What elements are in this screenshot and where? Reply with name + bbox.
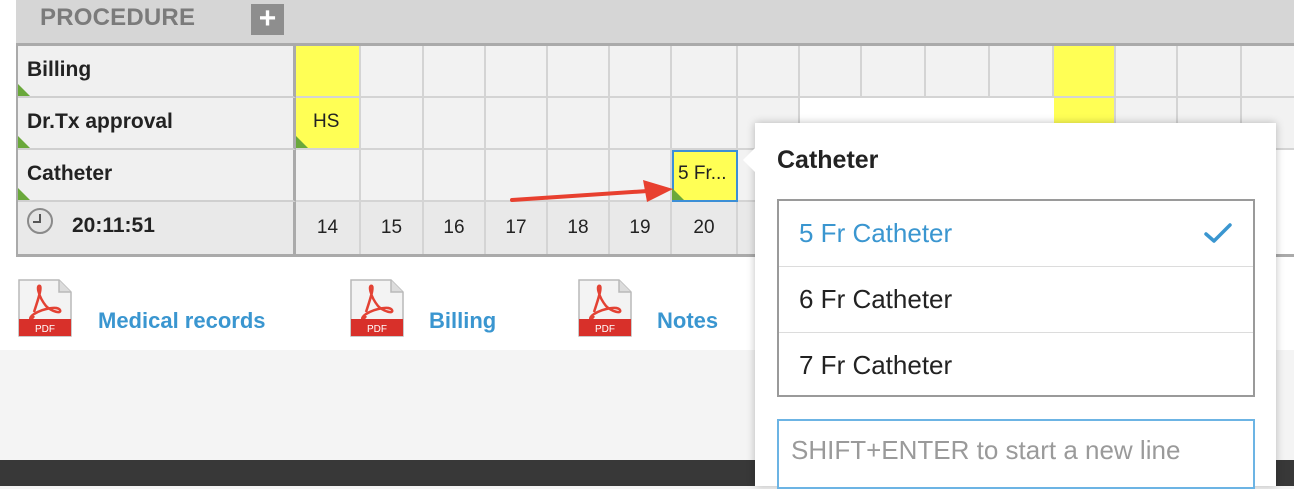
option-6fr-catheter[interactable]: 6 Fr Catheter [779, 267, 1253, 333]
popover-pointer [743, 148, 755, 172]
grid-cell-hs[interactable]: HS [296, 98, 361, 150]
date-cell[interactable]: 20 [672, 202, 738, 254]
grid-cell[interactable] [926, 46, 990, 98]
row-label-text: Billing [27, 58, 92, 81]
document-billing[interactable]: PDF Billing [348, 278, 508, 340]
grid-cell[interactable] [610, 46, 672, 98]
pdf-badge: PDF [35, 324, 55, 335]
grid-cell[interactable] [990, 46, 1054, 98]
date-label: 20 [693, 217, 715, 238]
section-header: PROCEDURE + [16, 0, 1294, 46]
grid-cell[interactable] [1242, 46, 1294, 98]
date-cell[interactable]: 15 [361, 202, 424, 254]
grid-cell[interactable] [672, 46, 738, 98]
date-cell[interactable]: 18 [548, 202, 610, 254]
pdf-icon: PDF [350, 279, 404, 337]
current-time: 20:11:51 [72, 214, 155, 237]
flag-marker-icon [18, 84, 30, 96]
option-label: 7 Fr Catheter [799, 350, 953, 380]
date-label: 16 [443, 217, 465, 238]
grid-cell[interactable] [610, 98, 672, 150]
note-input[interactable] [777, 419, 1255, 489]
flag-marker-icon [18, 136, 30, 148]
flag-marker-icon [296, 136, 308, 148]
grid-cell[interactable] [296, 150, 361, 202]
option-label: 5 Fr Catheter [799, 218, 953, 248]
catheter-popover: Catheter 5 Fr Catheter 6 Fr Catheter 7 F… [743, 123, 1276, 489]
catheter-option-list: 5 Fr Catheter 6 Fr Catheter 7 Fr Cathete… [777, 199, 1255, 397]
grid-cell[interactable] [296, 46, 361, 98]
row-label-billing: Billing [18, 46, 296, 98]
grid-cell[interactable] [486, 98, 548, 150]
date-label: 14 [316, 217, 339, 238]
document-label: Medical records [98, 308, 266, 333]
grid-cell[interactable] [548, 98, 610, 150]
annotation-arrow-icon [510, 180, 673, 202]
clock-icon [27, 208, 53, 234]
grid-cell[interactable] [672, 98, 738, 150]
checkmark-icon [1204, 223, 1232, 243]
grid-row-billing: Billing [18, 46, 1294, 98]
clock-label: 20:11:51 [18, 202, 296, 254]
grid-cell[interactable] [424, 98, 486, 150]
grid-cell[interactable] [800, 46, 862, 98]
cell-text: 5 Fr... [678, 163, 727, 184]
option-5fr-catheter[interactable]: 5 Fr Catheter [779, 201, 1253, 267]
grid-cell[interactable] [738, 46, 800, 98]
date-cell[interactable]: 14 [296, 202, 361, 254]
grid-cell[interactable] [486, 46, 548, 98]
section-title: PROCEDURE [40, 4, 196, 31]
document-label: Notes [657, 308, 719, 333]
grid-cell[interactable] [862, 46, 926, 98]
option-7fr-catheter[interactable]: 7 Fr Catheter [779, 333, 1253, 399]
grid-cell[interactable] [361, 46, 424, 98]
grid-cell[interactable] [1116, 46, 1178, 98]
grid-cell[interactable] [424, 150, 486, 202]
row-label-catheter: Catheter [18, 150, 296, 202]
option-label: 6 Fr Catheter [799, 284, 953, 314]
pdf-badge: PDF [595, 324, 615, 335]
pdf-icon: PDF [578, 279, 632, 337]
flag-marker-icon [18, 188, 30, 200]
grid-cell[interactable] [361, 150, 424, 202]
document-notes[interactable]: PDF Notes [576, 278, 726, 340]
row-label-text: Catheter [27, 162, 113, 185]
grid-cell[interactable] [424, 46, 486, 98]
add-procedure-button[interactable]: + [251, 4, 284, 35]
grid-cell[interactable] [1178, 46, 1242, 98]
date-label: 15 [380, 217, 403, 238]
date-label: 17 [505, 217, 527, 238]
grid-cell[interactable] [1054, 46, 1116, 98]
pdf-icon: PDF [18, 279, 72, 337]
document-links: PDF Medical records PDF Billing PDF Note… [16, 278, 756, 348]
date-cell[interactable]: 16 [424, 202, 486, 254]
cell-text: HS [313, 111, 340, 132]
date-cell[interactable]: 17 [486, 202, 548, 254]
document-medical-records[interactable]: PDF Medical records [16, 278, 276, 340]
date-cell[interactable]: 19 [610, 202, 672, 254]
row-label-text: Dr.Tx approval [27, 110, 173, 133]
document-label: Billing [429, 308, 497, 333]
popover-title: Catheter [777, 146, 879, 174]
grid-cell[interactable] [361, 98, 424, 150]
date-label: 19 [629, 217, 651, 238]
date-label: 18 [567, 217, 589, 238]
grid-cell[interactable] [548, 46, 610, 98]
row-label-approval: Dr.Tx approval [18, 98, 296, 150]
pdf-badge: PDF [367, 324, 387, 335]
grid-cell-catheter-selected[interactable]: 5 Fr... [672, 150, 738, 202]
